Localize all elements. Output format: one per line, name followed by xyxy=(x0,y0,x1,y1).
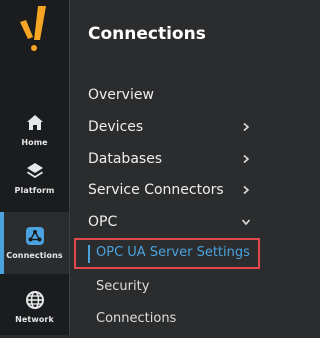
globe-icon xyxy=(25,291,44,309)
nav-subitem-security[interactable]: Security xyxy=(96,279,149,294)
connections-nav-panel: Connections Overview Devices Databases S… xyxy=(70,0,263,335)
rail-label-platform: Platform xyxy=(14,186,55,195)
home-icon xyxy=(26,115,43,130)
nav-item-label: Databases xyxy=(88,151,163,167)
connections-icon xyxy=(25,227,44,245)
nav-subitem-connections[interactable]: Connections xyxy=(96,311,176,326)
rail-item-network[interactable]: Network xyxy=(0,276,69,338)
rail-label-network: Network xyxy=(15,315,54,324)
nav-item-label: OPC xyxy=(88,214,118,230)
exclamation-logo-icon[interactable] xyxy=(14,4,56,54)
nav-item-label: Overview xyxy=(88,87,154,103)
layers-icon xyxy=(26,163,43,178)
nav-item-databases[interactable]: Databases xyxy=(88,147,251,171)
nav-item-label: Devices xyxy=(88,119,144,135)
nav-item-opc[interactable]: OPC xyxy=(88,210,251,234)
rail-item-platform[interactable]: Platform xyxy=(0,147,69,209)
side-rail: Home Platform Connections Network xyxy=(0,0,69,335)
nav-item-service-connectors[interactable]: Service Connectors xyxy=(88,178,251,202)
chevron-down-icon xyxy=(241,219,251,226)
nav-item-label: Service Connectors xyxy=(88,182,224,198)
nav-item-devices[interactable]: Devices xyxy=(88,115,251,139)
panel-title: Connections xyxy=(88,24,206,44)
rail-item-connections[interactable]: Connections xyxy=(0,212,69,274)
rail-label-home: Home xyxy=(21,138,48,147)
chevron-right-icon xyxy=(243,122,250,132)
rail-label-connections: Connections xyxy=(6,251,63,260)
chevron-right-icon xyxy=(243,185,250,195)
highlight-box xyxy=(74,238,260,269)
chevron-right-icon xyxy=(243,154,250,164)
nav-item-overview[interactable]: Overview xyxy=(88,83,251,107)
